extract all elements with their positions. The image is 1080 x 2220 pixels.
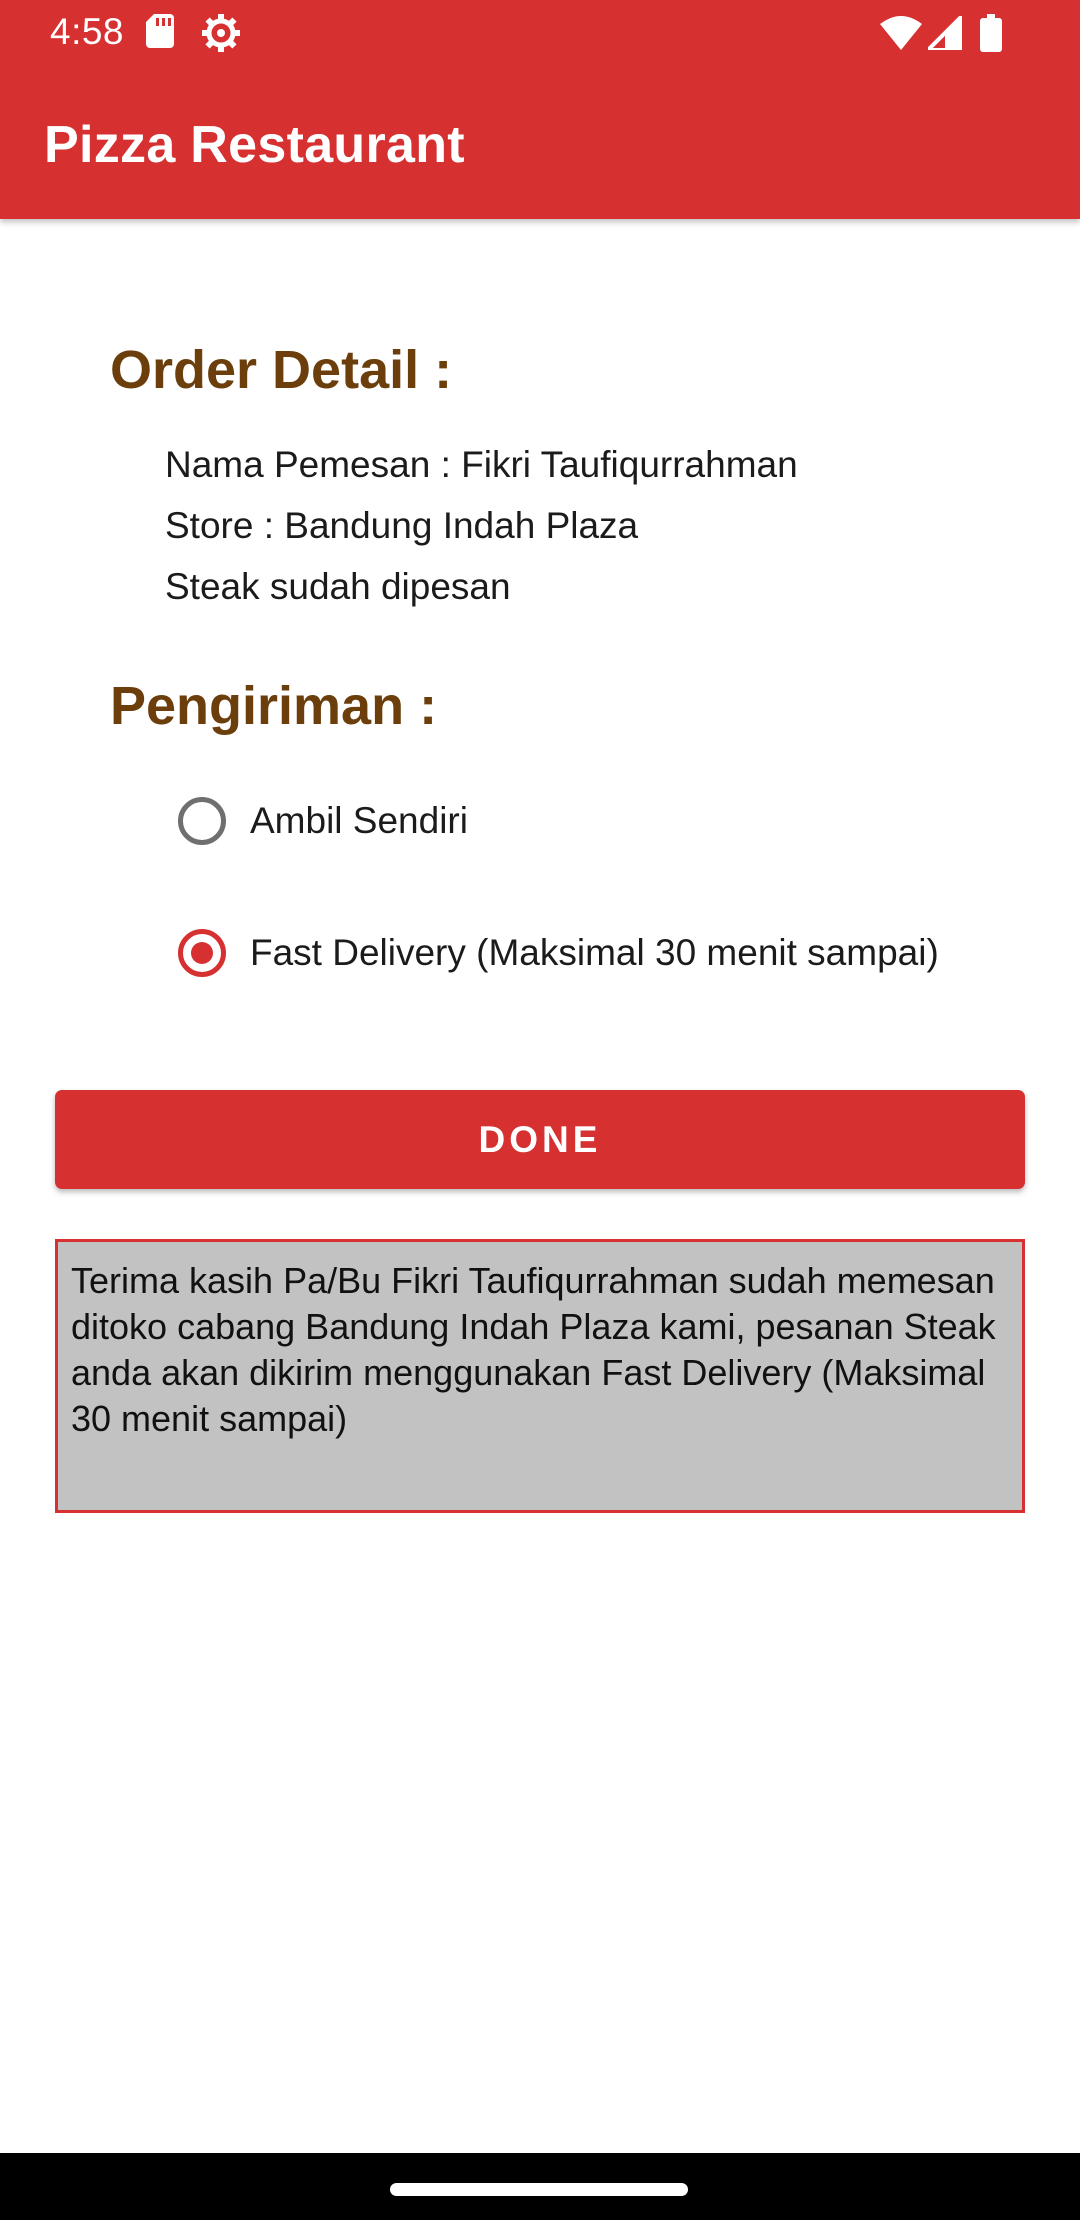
wifi-icon xyxy=(880,16,922,50)
order-summary-box: Terima kasih Pa/Bu Fikri Taufiqurrahman … xyxy=(55,1239,1025,1513)
sd-card-icon xyxy=(146,14,174,48)
settings-gear-icon xyxy=(202,14,240,52)
radio-ambil-sendiri-label: Ambil Sendiri xyxy=(250,800,468,841)
customer-name-text: Nama Pemesan : Fikri Taufiqurrahman xyxy=(165,444,798,485)
home-gesture-handle[interactable] xyxy=(390,2183,688,2196)
radio-unchecked-icon[interactable] xyxy=(178,797,226,845)
battery-icon xyxy=(980,14,1002,52)
cell-signal-icon xyxy=(928,16,962,50)
delivery-heading: Pengiriman : xyxy=(110,676,438,736)
radio-fast-delivery-label: Fast Delivery (Maksimal 30 menit sampai) xyxy=(250,932,939,973)
order-detail-heading: Order Detail : xyxy=(110,340,453,400)
store-text: Store : Bandung Indah Plaza xyxy=(165,505,639,546)
screen: 4:58 Pizza Restaurant Order Detail: Nam… xyxy=(0,0,1080,2220)
app-header: 4:58 Pizza Restaurant xyxy=(0,0,1080,219)
radio-fast-delivery[interactable]: Fast Delivery (Maksimal 30 menit sampai) xyxy=(178,921,939,985)
done-button[interactable]: DONE xyxy=(55,1090,1025,1189)
ordered-item-text: Steak sudah dipesan xyxy=(165,566,511,607)
app-title: Pizza Restaurant xyxy=(44,116,465,174)
radio-ambil-sendiri[interactable]: Ambil Sendiri xyxy=(178,789,468,853)
status-time: 4:58 xyxy=(50,11,125,52)
radio-checked-icon[interactable] xyxy=(178,929,226,977)
status-bar: 4:58 xyxy=(0,0,1080,66)
